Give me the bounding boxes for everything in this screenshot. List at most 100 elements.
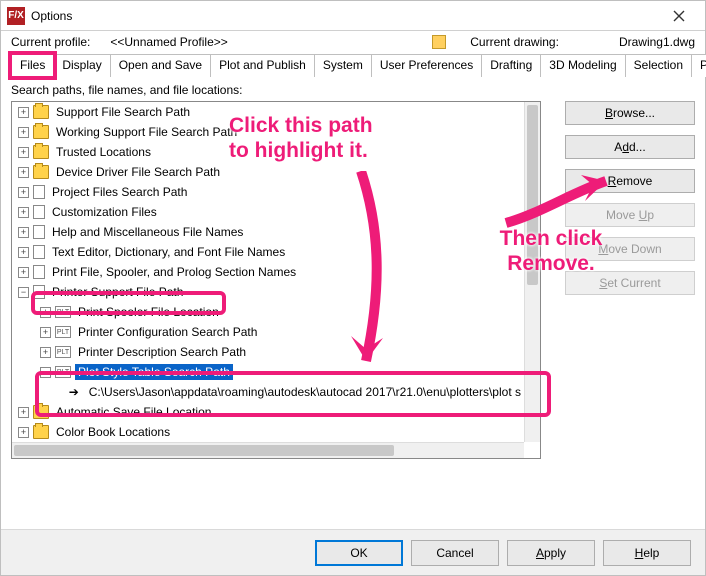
expand-icon[interactable]: +	[18, 427, 29, 438]
tree-node[interactable]: + Project Files Search Path	[12, 182, 524, 202]
tree-node[interactable]: ➔ C:\Users\Jason\appdata\roaming\autodesk…	[12, 382, 524, 402]
tree-label[interactable]: Help and Miscellaneous File Names	[49, 224, 246, 240]
tab-files[interactable]: Files	[11, 54, 54, 77]
close-icon	[673, 10, 685, 22]
move-down-button[interactable]: Move Down	[565, 237, 695, 261]
expand-icon[interactable]: +	[18, 107, 29, 118]
scroll-thumb[interactable]	[527, 105, 538, 285]
expand-icon[interactable]: +	[40, 347, 51, 358]
tree-node[interactable]: + Support File Search Path	[12, 102, 524, 122]
set-current-button[interactable]: Set Current	[565, 271, 695, 295]
tree-label[interactable]: Printer Configuration Search Path	[75, 324, 260, 340]
tree-node[interactable]: + Trusted Locations	[12, 142, 524, 162]
drawing-icon	[432, 35, 446, 49]
folder-icon	[33, 145, 49, 159]
dialog-buttons: OK Cancel Apply Help	[1, 529, 705, 575]
document-icon	[33, 205, 45, 219]
document-icon	[33, 245, 45, 259]
tree-label[interactable]: Color Book Locations	[53, 424, 173, 440]
close-button[interactable]	[659, 2, 699, 30]
tree-label[interactable]: Plot Style Table Search Path	[75, 364, 233, 380]
tree-label[interactable]: Automatic Save File Location	[53, 404, 214, 420]
tree-label[interactable]: Working Support File Search Path	[53, 124, 240, 140]
cancel-button[interactable]: Cancel	[411, 540, 499, 566]
tree-node[interactable]: + Text Editor, Dictionary, and Font File …	[12, 242, 524, 262]
tree-node[interactable]: + PLT Print Spooler File Location	[12, 302, 524, 322]
folder-icon	[33, 125, 49, 139]
tree-node[interactable]: + Print File, Spooler, and Prolog Section…	[12, 262, 524, 282]
expand-icon[interactable]: +	[40, 307, 51, 318]
plt-icon: PLT	[55, 366, 71, 378]
current-drawing-label: Current drawing:	[470, 35, 559, 49]
tree-label[interactable]: Device Driver File Search Path	[53, 164, 223, 180]
current-drawing-value: Drawing1.dwg	[619, 35, 695, 49]
expand-icon[interactable]: +	[18, 147, 29, 158]
window-title: Options	[31, 9, 72, 23]
tree-label[interactable]: Project Files Search Path	[49, 184, 190, 200]
tab-selection[interactable]: Selection	[625, 54, 692, 77]
current-profile-value: <<Unnamed Profile>>	[110, 35, 227, 49]
tree-label[interactable]: Support File Search Path	[53, 104, 193, 120]
tab-drafting[interactable]: Drafting	[481, 54, 541, 77]
expand-icon[interactable]: +	[18, 227, 29, 238]
tab-plot-and-publish[interactable]: Plot and Publish	[210, 54, 315, 77]
app-icon: F/X	[7, 7, 25, 25]
tree-node[interactable]: + Help and Miscellaneous File Names	[12, 222, 524, 242]
tree-node[interactable]: + PLT Printer Configuration Search Path	[12, 322, 524, 342]
side-buttons: Browse... Add... Remove Move Up Move Dow…	[565, 101, 695, 295]
folder-icon	[33, 165, 49, 179]
tab-display[interactable]: Display	[53, 54, 110, 77]
tree-node[interactable]: − Printer Support File Path	[12, 282, 524, 302]
tree-node[interactable]: + Customization Files	[12, 202, 524, 222]
expand-icon[interactable]: +	[18, 207, 29, 218]
tree-node[interactable]: + Color Book Locations	[12, 422, 524, 442]
tree-node[interactable]: −PLT Plot Style Table Search Path	[12, 362, 524, 382]
move-up-button[interactable]: Move Up	[565, 203, 695, 227]
vertical-scrollbar[interactable]	[524, 102, 540, 442]
tab-strip: Files Display Open and Save Plot and Pub…	[11, 53, 695, 77]
tab-system[interactable]: System	[314, 54, 372, 77]
tree-node[interactable]: + Automatic Save File Location	[12, 402, 524, 422]
ok-button[interactable]: OK	[315, 540, 403, 566]
current-profile-label: Current profile:	[11, 35, 90, 49]
tree-node[interactable]: + PLT Printer Description Search Path	[12, 342, 524, 362]
tab-user-preferences[interactable]: User Preferences	[371, 54, 482, 77]
tree-node[interactable]: + Working Support File Search Path	[12, 122, 524, 142]
tree-label[interactable]: C:\Users\Jason\appdata\roaming\autodesk\…	[86, 384, 524, 400]
tree-label[interactable]: Customization Files	[49, 204, 160, 220]
spacer	[53, 387, 62, 398]
tree-label[interactable]: Printer Support File Path	[49, 284, 186, 300]
path-arrow-icon: ➔	[66, 385, 82, 399]
plt-icon: PLT	[55, 306, 71, 318]
plt-icon: PLT	[55, 346, 71, 358]
help-button[interactable]: Help	[603, 540, 691, 566]
expand-icon[interactable]: +	[18, 167, 29, 178]
browse-button[interactable]: Browse...	[565, 101, 695, 125]
expand-icon[interactable]: +	[18, 127, 29, 138]
tree-label[interactable]: Printer Description Search Path	[75, 344, 249, 360]
apply-button[interactable]: Apply	[507, 540, 595, 566]
folder-icon	[33, 105, 49, 119]
expand-icon[interactable]: +	[18, 267, 29, 278]
remove-button[interactable]: Remove	[565, 169, 695, 193]
tab-3d-modeling[interactable]: 3D Modeling	[540, 54, 625, 77]
files-panel: Search paths, file names, and file locat…	[11, 83, 695, 503]
expand-icon[interactable]: +	[18, 407, 29, 418]
tree-node[interactable]: + Device Driver File Search Path	[12, 162, 524, 182]
tab-profiles[interactable]: Profiles	[691, 54, 706, 77]
expand-icon[interactable]: +	[40, 327, 51, 338]
scroll-thumb[interactable]	[14, 445, 394, 456]
tree-label[interactable]: Print File, Spooler, and Prolog Section …	[49, 264, 299, 280]
tree-label[interactable]: Text Editor, Dictionary, and Font File N…	[49, 244, 288, 260]
horizontal-scrollbar[interactable]	[12, 442, 524, 458]
collapse-icon[interactable]: −	[18, 287, 29, 298]
tree-label[interactable]: Trusted Locations	[53, 144, 154, 160]
expand-icon[interactable]: +	[18, 247, 29, 258]
tree-label[interactable]: Print Spooler File Location	[75, 304, 222, 320]
expand-icon[interactable]: +	[18, 187, 29, 198]
collapse-icon[interactable]: −	[40, 367, 51, 378]
tree-view[interactable]: + Support File Search Path + Working Suppor…	[11, 101, 541, 459]
add-button[interactable]: Add...	[565, 135, 695, 159]
plt-icon: PLT	[55, 326, 71, 338]
tab-open-and-save[interactable]: Open and Save	[110, 54, 211, 77]
